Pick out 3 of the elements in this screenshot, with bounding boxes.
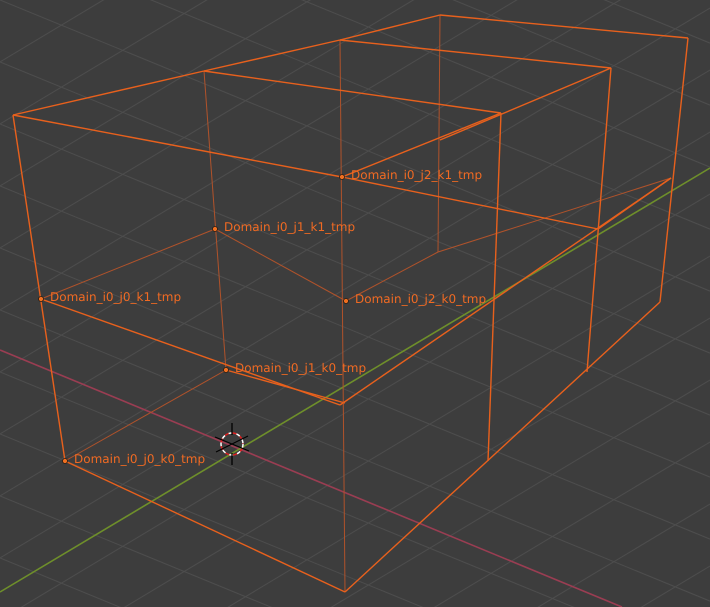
object-label: Domain_i0_j2_k0_tmp xyxy=(355,291,486,307)
object-label: Domain_i0_j0_k0_tmp xyxy=(74,451,206,467)
object-label: Domain_i0_j0_k1_tmp xyxy=(50,289,182,305)
